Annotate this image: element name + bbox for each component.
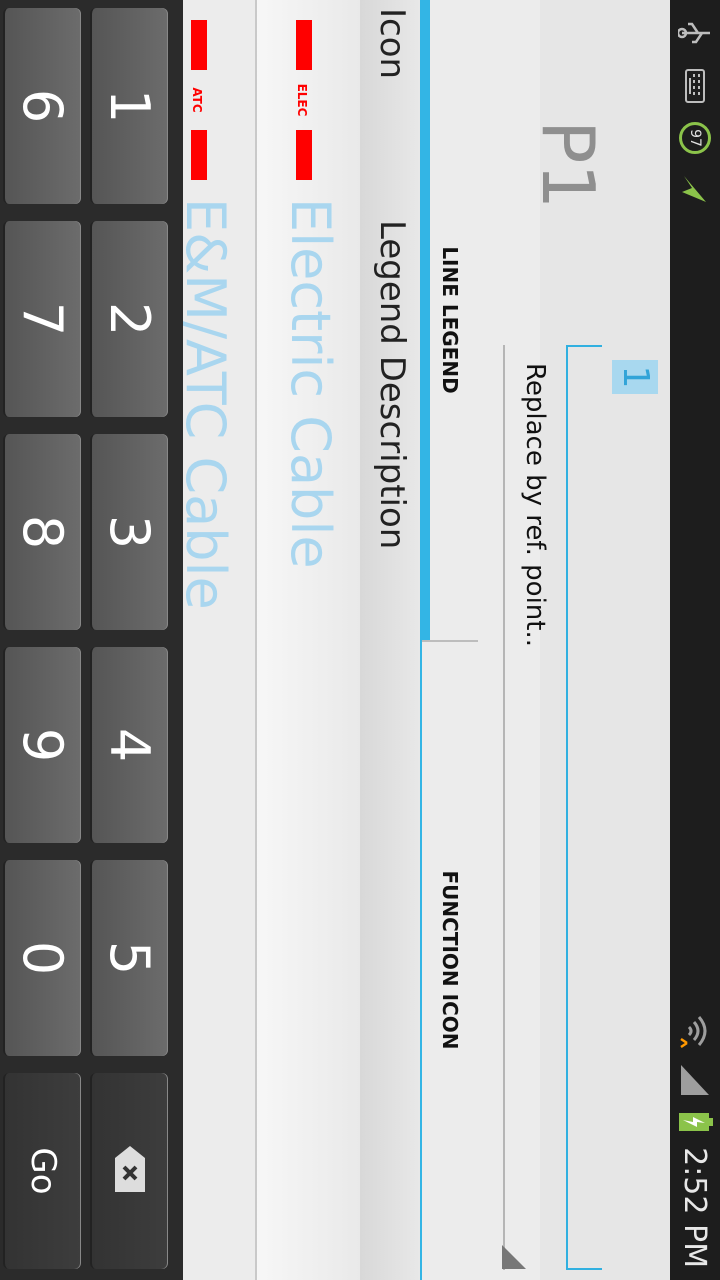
- delete-key[interactable]: [90, 1073, 168, 1269]
- wifi-icon: [680, 1016, 707, 1049]
- clock: 2:52 PM: [677, 1147, 713, 1268]
- table-header: Icon Legend Description: [360, 0, 420, 1280]
- header: P1: [526, 0, 670, 1280]
- signal-icon: [681, 1065, 709, 1096]
- spinner-underline: [503, 345, 505, 1270]
- key-7[interactable]: 7: [3, 221, 81, 417]
- status-bar: 97 2:52 PM: [670, 0, 720, 1280]
- column-header-description: Legend Description: [372, 220, 412, 550]
- key-2[interactable]: 2: [90, 221, 168, 417]
- backspace-icon: [115, 1146, 145, 1192]
- go-key[interactable]: Go: [3, 1073, 81, 1269]
- battery-charging-icon: [679, 1113, 713, 1132]
- column-header-icon: Icon: [372, 8, 412, 80]
- key-0[interactable]: 0: [3, 860, 81, 1056]
- row-divider: [255, 0, 257, 1280]
- ref-number-input[interactable]: [566, 345, 602, 1270]
- key-1[interactable]: 1: [90, 8, 168, 204]
- key-4[interactable]: 4: [90, 647, 168, 843]
- ref-number-value[interactable]: 1: [612, 360, 658, 394]
- send-icon: [682, 176, 706, 202]
- tab-bottom-line: [420, 640, 422, 1280]
- atc-line-icon: ATC: [190, 20, 207, 180]
- page-title: P1: [526, 120, 610, 210]
- key-6[interactable]: 6: [3, 8, 81, 204]
- key-8[interactable]: 8: [3, 434, 81, 630]
- legend-description: E&M/ATC Cable: [174, 198, 237, 610]
- tab-selected-indicator: [419, 0, 430, 640]
- battery-level-badge: 97: [679, 122, 711, 154]
- legend-description: Electric Cable: [279, 198, 342, 569]
- key-9[interactable]: 9: [3, 647, 81, 843]
- elec-line-label: ELEC: [295, 84, 309, 117]
- usb-icon: [678, 22, 710, 44]
- elec-line-icon: ELEC: [295, 20, 312, 180]
- keyboard-icon: [685, 69, 705, 103]
- numeric-keyboard: 1 2 3 4 5 6 7 8 9 0 Go: [0, 0, 183, 1280]
- tab-function-icon[interactable]: FUNCTION ICON: [420, 640, 480, 1280]
- key-3[interactable]: 3: [90, 434, 168, 630]
- table-row[interactable]: ELEC Electric Cable: [255, 0, 360, 1280]
- tab-divider: [420, 640, 478, 642]
- screen: 97 2:52 PM P1 1 Replace by ref. point.. …: [0, 0, 720, 1280]
- replace-ref-point-spinner[interactable]: Replace by ref. point..: [520, 363, 550, 647]
- spinner-dropdown-icon[interactable]: [502, 1245, 526, 1269]
- atc-line-label: ATC: [190, 87, 204, 113]
- key-5[interactable]: 5: [90, 860, 168, 1056]
